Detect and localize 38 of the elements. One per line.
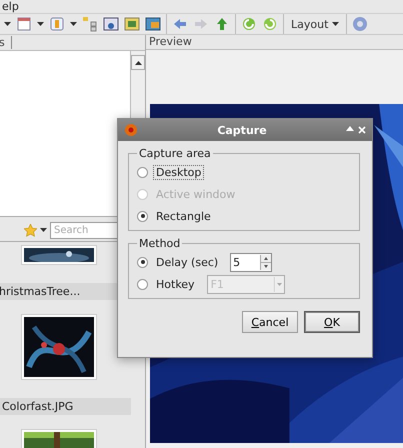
ok-button[interactable]: OK xyxy=(304,311,360,333)
spin-field[interactable]: 5 xyxy=(230,252,272,272)
cancel-button[interactable]: Cancel xyxy=(242,311,298,333)
pin-icon[interactable] xyxy=(346,126,354,134)
camera-icon[interactable] xyxy=(103,16,119,32)
option-label[interactable]: Delay (sec) xyxy=(153,254,222,270)
dialog-title: Capture xyxy=(216,124,268,136)
radio-button[interactable] xyxy=(137,210,148,222)
menu-item[interactable]: elp xyxy=(0,0,21,13)
thumbnail[interactable] xyxy=(21,245,97,265)
group-title: Capture area xyxy=(138,147,212,160)
scroll-up-icon[interactable] xyxy=(134,60,142,64)
tree-icon[interactable] xyxy=(82,16,98,32)
caret-icon[interactable] xyxy=(332,22,340,26)
layout-button[interactable]: Layout xyxy=(289,18,342,30)
group-title: Method xyxy=(138,237,182,250)
caret-icon[interactable] xyxy=(40,228,47,232)
radio-button[interactable] xyxy=(137,166,148,178)
app-icon xyxy=(124,123,138,137)
image-icon[interactable] xyxy=(124,16,140,32)
back-arrow-icon[interactable] xyxy=(172,16,188,32)
caret-icon[interactable] xyxy=(70,22,77,26)
radio-button[interactable] xyxy=(137,256,148,268)
spin-arrows-icon[interactable] xyxy=(261,254,272,270)
thumbnail-caption: hristmasTree... xyxy=(0,285,80,298)
option-label[interactable]: Rectangle xyxy=(153,208,214,224)
star-icon[interactable] xyxy=(24,224,37,236)
thumbnail[interactable] xyxy=(21,314,97,380)
bookmark-icon[interactable] xyxy=(49,16,65,32)
calendar-icon[interactable] xyxy=(16,16,32,32)
close-icon[interactable] xyxy=(358,126,366,134)
image-icon[interactable] xyxy=(145,16,161,32)
caret-icon[interactable] xyxy=(4,22,11,26)
up-arrow-icon[interactable] xyxy=(214,16,230,32)
thumbnail[interactable] xyxy=(21,429,97,448)
thumbnail-caption: Colorfast.JPG xyxy=(2,400,74,413)
option-label[interactable]: Desktop xyxy=(153,164,204,180)
caret-icon[interactable] xyxy=(37,22,44,26)
